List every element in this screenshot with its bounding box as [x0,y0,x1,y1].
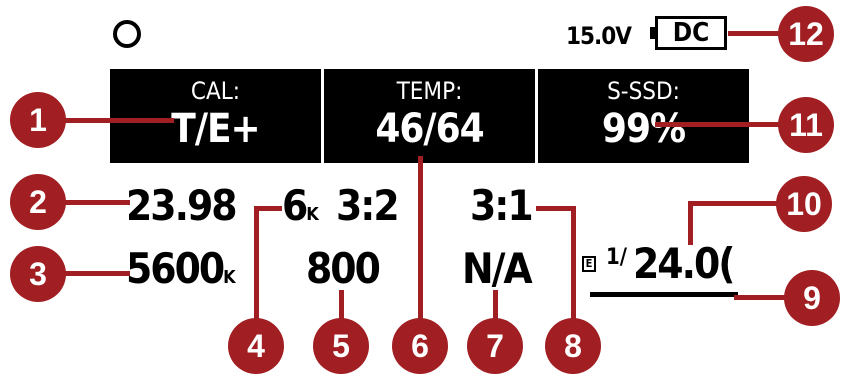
nd-filter-readout[interactable]: N/A [462,245,533,293]
shutter-mode-icon: E [582,256,596,272]
callout-3-line [64,271,130,276]
white-balance-value: 5600 [126,244,225,293]
ssd-value: 99% [601,106,686,152]
callout-1-badge: 1 [10,92,66,148]
temp-value: 46/64 [375,106,484,152]
callout-8-badge: 8 [545,318,601,374]
callout-7-badge: 7 [467,318,523,374]
callout-7-line [493,290,498,320]
record-indicator-icon [113,20,141,48]
callout-11-badge: 11 [778,97,834,153]
iso-readout[interactable]: 800 [306,245,381,293]
power-source-indicator: DC [655,16,727,50]
callout-11-line [655,122,790,127]
resolution-value: 6 [282,181,308,230]
callout-4-line-h [254,206,282,211]
callout-6-badge: 6 [392,318,448,374]
ssd-panel[interactable]: S-SSD: 99% [538,69,749,163]
voltage-readout: 15.0V [566,22,632,50]
compression-ratio-readout[interactable]: 3:1 [470,182,534,230]
cal-value: T/E+ [171,106,260,152]
callout-3-badge: 3 [10,246,66,302]
callout-4-badge: 4 [228,318,284,374]
callout-2-badge: 2 [10,174,66,230]
shutter-underline [590,292,738,297]
white-balance-unit: K [223,267,235,288]
resolution-readout[interactable]: 6K [282,181,319,239]
shutter-readout[interactable]: 24.0( [633,240,735,288]
callout-12-badge: 12 [778,6,834,62]
aspect-readout[interactable]: 3:2 [336,182,400,230]
temp-label: TEMP: [396,77,463,105]
callout-8-line-h [536,206,576,211]
callout-5-badge: 5 [313,318,369,374]
ssd-label: S-SSD: [607,77,680,105]
white-balance-readout[interactable]: 5600K [126,244,236,302]
callout-6-line [418,156,423,322]
power-source-label: DC [672,18,710,48]
callout-8-line-v [571,206,576,322]
callout-10-badge: 10 [776,176,832,232]
shutter-fraction: 1/ [606,245,628,270]
callout-4-line-v [254,206,259,322]
callout-10-line-v [688,201,693,245]
cal-label: CAL: [190,77,241,105]
callout-2-line [64,200,130,205]
resolution-unit: K [306,204,318,225]
callout-10-line-h [688,201,788,206]
frame-rate-readout[interactable]: 23.98 [126,182,238,230]
callout-9-badge: 9 [784,270,840,326]
cal-panel[interactable]: CAL: T/E+ [110,69,321,163]
temp-panel[interactable]: TEMP: 46/64 [324,69,535,163]
callout-5-line [339,290,344,320]
callout-1-line [64,118,174,123]
